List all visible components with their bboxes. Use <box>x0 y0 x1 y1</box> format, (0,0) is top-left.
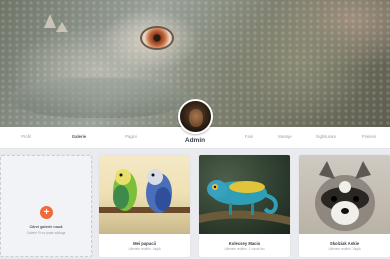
iguana-eye <box>140 26 174 50</box>
iguana-spike <box>56 22 68 32</box>
nav-item-mesaje[interactable]: Mesaje <box>278 134 292 139</box>
plus-icon[interactable]: + <box>40 206 53 219</box>
nav-item-sighiturare[interactable]: Sighiturare <box>316 134 336 139</box>
chameleon-image <box>199 180 290 225</box>
nav-item-fani[interactable]: Fani <box>245 134 253 139</box>
gallery-meta: Ultimele redărie, Vaglă <box>328 247 361 251</box>
gallery-thumbnail[interactable] <box>199 155 290 234</box>
gallery-name[interactable]: Kolecsey Macio <box>199 241 290 246</box>
nav-item-galerie[interactable]: Galerie <box>72 134 86 139</box>
avatar-face <box>189 109 203 127</box>
gallery-card[interactable]: Skolziak Ankie Ultimele redărie, Vaglă <box>299 155 390 257</box>
gallery-card[interactable]: Mei papucii Ultimele redărie, Vaglă <box>99 155 190 257</box>
create-gallery-subtitle: Galerie Pi va poate adăuga <box>26 231 66 235</box>
create-gallery-card[interactable]: + Cărei galerie nouă Galerie Pi va poate… <box>0 155 92 257</box>
nav-item-prieteni[interactable]: Prieteni <box>362 134 376 139</box>
gallery-meta: Ultimele redărie, 1 vizual ăni <box>224 247 265 251</box>
raccoon-image <box>315 161 375 231</box>
profile-username: Admin <box>184 137 206 144</box>
iguana-jaw <box>10 78 190 118</box>
gallery-name[interactable]: Skolziak Ankie <box>299 241 390 246</box>
avatar[interactable] <box>178 99 213 134</box>
gallery-thumbnail[interactable] <box>299 155 390 234</box>
gallery-meta: Ultimele redărie, Vaglă <box>128 247 161 251</box>
create-gallery-title: Cărei galerie nouă <box>29 225 63 229</box>
gallery-name[interactable]: Mei papucii <box>99 241 190 246</box>
nav-item-profil[interactable]: Profil <box>21 134 31 139</box>
gallery-thumbnail[interactable] <box>99 155 190 234</box>
nav-item-pagini[interactable]: Pagini <box>125 134 137 139</box>
budgies-image <box>99 169 190 213</box>
gallery-card[interactable]: Kolecsey Macio Ultimele redărie, 1 vizua… <box>199 155 290 257</box>
iguana-spike <box>44 14 56 28</box>
